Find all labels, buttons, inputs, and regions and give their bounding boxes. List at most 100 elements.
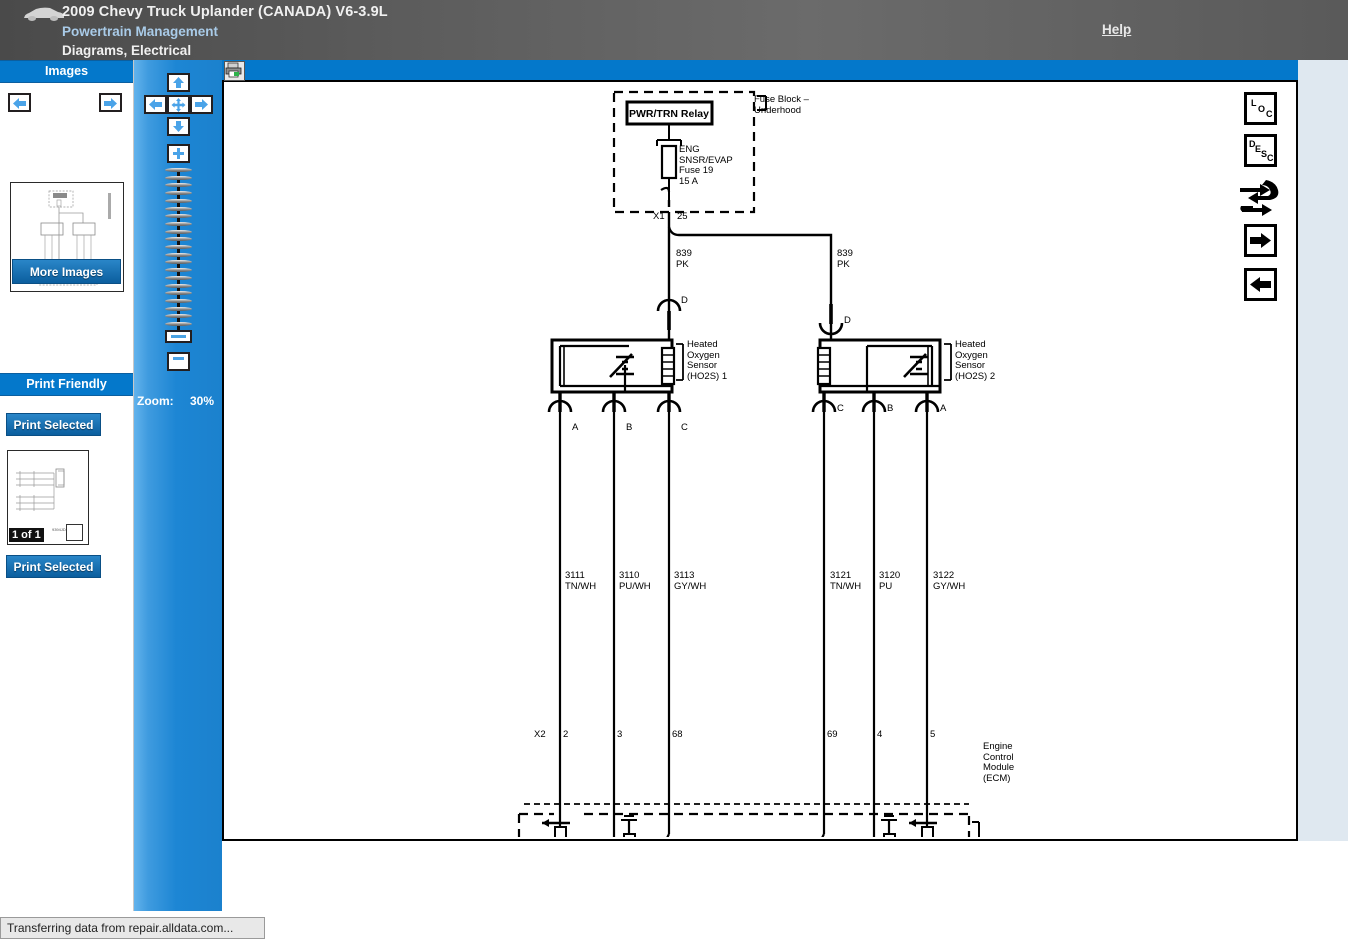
zoom-slider-tick — [165, 314, 192, 319]
schematic-viewer[interactable]: PWR/TRN Relay Fuse Block – Underhood ENG… — [222, 82, 1298, 841]
tool-desc-button[interactable]: D E S C — [1244, 134, 1277, 167]
ecm-pin-4: 4 — [877, 729, 883, 740]
zoom-slider-tick — [165, 229, 192, 234]
zoom-slider-tick — [165, 298, 192, 303]
previous-image-button[interactable] — [8, 93, 31, 112]
page-count-badge: 1 of 1 — [9, 528, 44, 542]
ecm-pin-3: 3 — [617, 729, 623, 740]
viewer-right-rail — [1298, 60, 1348, 911]
pan-center-button[interactable] — [167, 95, 190, 114]
print-page-thumbnail[interactable]: 9394JD2 1 of 1 — [7, 450, 89, 545]
zoom-slider-tick — [165, 306, 192, 311]
images-sidebar: Images More Images Print Friendly Print … — [0, 60, 134, 911]
zoom-slider-tick — [165, 322, 192, 326]
wire-label-3120: 3120 PU — [879, 570, 901, 592]
tool-loc-button[interactable]: L O C — [1244, 92, 1277, 125]
wire-label-3111: 3111 TN/WH — [565, 570, 597, 592]
zoom-slider-tick — [165, 214, 192, 219]
printer-icon[interactable] — [224, 61, 245, 81]
wire-839-left: 839 PK — [676, 248, 692, 270]
status-bar: Transferring data from repair.alldata.co… — [0, 917, 265, 939]
print-friendly-header: Print Friendly — [0, 373, 133, 396]
print-selected-button-bottom[interactable]: Print Selected — [6, 555, 101, 578]
ho2s2-pin-c: C — [837, 403, 844, 414]
zoom-slider-tick — [165, 245, 192, 249]
zoom-out-button[interactable] — [167, 352, 190, 371]
wire-label-3121: 3121 TN/WH — [830, 570, 862, 592]
ho2s1-pin-b: B — [626, 422, 633, 433]
app-header: 2009 Chevy Truck Uplander (CANADA) V6-3.… — [0, 0, 1348, 60]
right-arrow-icon — [195, 99, 208, 110]
zoom-in-button[interactable] — [167, 144, 190, 163]
car-icon — [22, 7, 64, 21]
pan-left-button[interactable] — [144, 95, 167, 114]
title-block: 2009 Chevy Truck Uplander (CANADA) V6-3.… — [62, 3, 388, 60]
zoom-slider-track[interactable] — [165, 168, 192, 342]
zoom-slider-tick — [165, 175, 192, 180]
section-title: Powertrain Management — [62, 24, 219, 39]
zoom-slider-tick — [165, 237, 192, 242]
wire-label-3113: 3113 GY/WH — [674, 570, 707, 592]
pan-right-button[interactable] — [190, 95, 213, 114]
left-arrow-icon — [1250, 277, 1271, 292]
wire-839-right: 839 PK — [837, 248, 853, 270]
zoom-label: Zoom: — [137, 394, 174, 408]
zoom-slider-tick — [165, 260, 192, 265]
zoom-value: 30% — [190, 394, 215, 408]
splice-d-right: D — [844, 315, 851, 326]
zoom-slider-handle[interactable] — [165, 330, 192, 343]
zoom-slider-tick — [165, 221, 192, 226]
minus-icon — [173, 357, 184, 360]
ho2s1-pin-a: A — [572, 422, 579, 433]
ecm-pin-69: 69 — [827, 729, 838, 740]
zoom-slider-tick — [165, 168, 192, 172]
wire-label-3110: 3110 PU/WH — [619, 570, 651, 592]
zoom-slider-tick — [165, 275, 192, 280]
ecm-connector-x2: X2 — [534, 729, 546, 740]
plus-icon — [173, 148, 184, 159]
ecm-pin-2: 2 — [563, 729, 569, 740]
right-arrow-icon — [104, 98, 117, 109]
wire-label-3122: 3122 GY/WH — [933, 570, 966, 592]
wiring-diagram — [224, 82, 1296, 837]
print-page-checkbox[interactable] — [66, 524, 83, 541]
pan-up-button[interactable] — [167, 73, 190, 92]
move-icon — [171, 98, 186, 112]
relay-label: PWR/TRN Relay — [629, 108, 709, 120]
ho2s2-pin-a: A — [940, 403, 947, 414]
next-image-button[interactable] — [99, 93, 122, 112]
zoom-slider-tick — [165, 206, 192, 211]
zoom-slider-tick — [165, 191, 192, 196]
tool-swap-button[interactable] — [1238, 178, 1282, 218]
viewer-bottom-area — [222, 841, 1348, 911]
up-arrow-icon — [173, 77, 184, 88]
help-link[interactable]: Help — [1102, 22, 1131, 37]
desc-icon: D E S C — [1249, 139, 1274, 163]
ho2s1-label: Heated Oxygen Sensor (HO2S) 1 — [687, 339, 728, 382]
zoom-slider-tick — [165, 183, 192, 188]
viewer-toolbar — [222, 60, 1298, 82]
down-arrow-icon — [173, 121, 184, 132]
ho2s2-label: Heated Oxygen Sensor (HO2S) 2 — [955, 339, 996, 382]
printer-glyph-icon — [225, 62, 242, 78]
fuse-block-label: Fuse Block – Underhood — [754, 94, 809, 116]
more-images-button[interactable]: More Images — [12, 259, 121, 284]
ho2s2-pin-b: B — [887, 403, 894, 414]
ecm-label: Engine Control Module (ECM) — [983, 741, 1015, 784]
zoom-slider-tick — [165, 268, 192, 273]
swap-tool-icon — [1240, 180, 1279, 216]
left-arrow-icon — [13, 98, 26, 109]
zoom-slider-tick — [165, 291, 192, 296]
ecm-pin-68: 68 — [672, 729, 683, 740]
connector-x1-label: X1 — [653, 211, 665, 222]
tool-next-button[interactable] — [1244, 224, 1277, 257]
ho2s1-pin-c: C — [681, 422, 688, 433]
tool-previous-button[interactable] — [1244, 268, 1277, 301]
left-arrow-icon — [149, 99, 162, 110]
pan-down-button[interactable] — [167, 117, 190, 136]
print-selected-button-top[interactable]: Print Selected — [6, 413, 101, 436]
images-panel-header: Images — [0, 60, 133, 83]
zoom-slider-tick — [165, 198, 192, 203]
fuse-label: ENG SNSR/EVAP Fuse 19 15 A — [679, 144, 733, 187]
connector-x1-pin: 25 — [677, 211, 688, 222]
